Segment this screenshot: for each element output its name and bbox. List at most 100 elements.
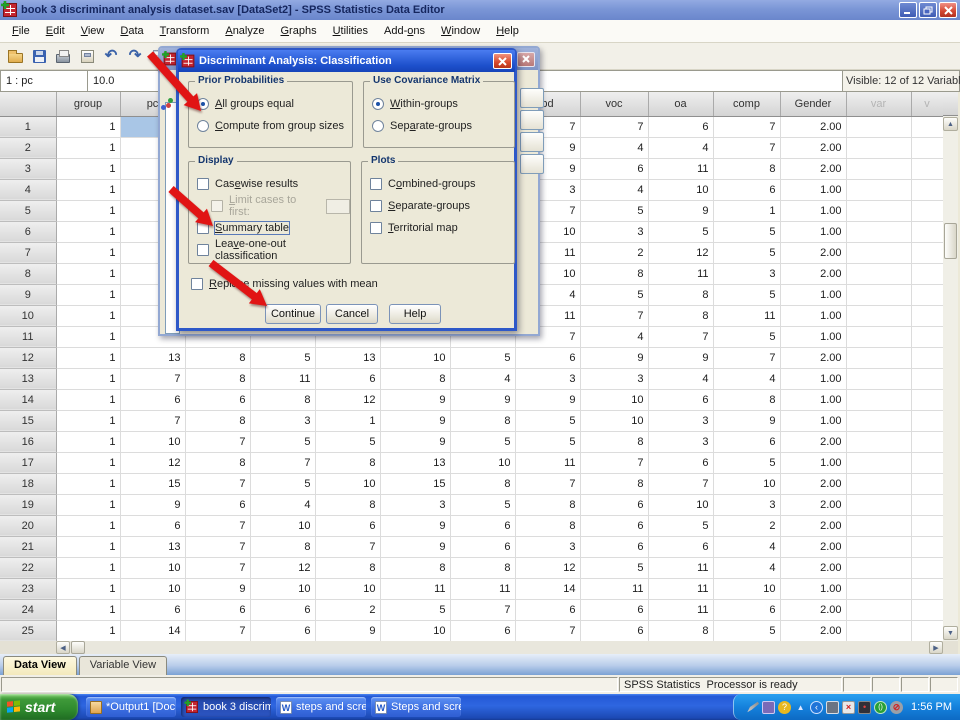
cell[interactable]	[846, 389, 911, 410]
menu-help[interactable]: Help	[488, 22, 527, 40]
vertical-scroll-thumb[interactable]	[944, 223, 957, 259]
cell[interactable]: 1	[56, 263, 120, 284]
cell[interactable]: 3	[648, 410, 713, 431]
cell[interactable]	[846, 200, 911, 221]
cell[interactable]: 8	[648, 620, 713, 641]
cell[interactable]: 6	[713, 431, 780, 452]
help-button[interactable]: Help	[389, 304, 441, 324]
cell[interactable]	[846, 557, 911, 578]
horizontal-scrollbar[interactable]: ◀ ▶	[0, 641, 958, 654]
cell[interactable]: 2.00	[780, 494, 846, 515]
stylus-icon[interactable]	[746, 701, 759, 714]
cell[interactable]: 9	[713, 410, 780, 431]
cell[interactable]: 2.00	[780, 473, 846, 494]
cell[interactable]: 8	[515, 494, 580, 515]
cell[interactable]: 6	[450, 536, 515, 557]
cell[interactable]: 5	[315, 431, 380, 452]
cell[interactable]: 8	[648, 305, 713, 326]
leave-one-out-classification-checkbox[interactable]: Leave-one-out classification	[197, 239, 350, 261]
cell[interactable]: 7	[648, 473, 713, 494]
cell[interactable]	[911, 221, 943, 242]
cell[interactable]	[911, 137, 943, 158]
menu-add-ons[interactable]: Add-ons	[376, 22, 433, 40]
cell[interactable]: 8	[380, 368, 450, 389]
cell[interactable]: 6	[450, 620, 515, 641]
cell[interactable]: 6	[648, 389, 713, 410]
cell[interactable]: 2.00	[780, 347, 846, 368]
menu-analyze[interactable]: Analyze	[217, 22, 272, 40]
menu-window[interactable]: Window	[433, 22, 488, 40]
cell[interactable]: 6	[580, 494, 648, 515]
cell[interactable]: 1	[56, 389, 120, 410]
cell[interactable]: 7	[120, 410, 185, 431]
row-header[interactable]: 14	[0, 389, 56, 410]
cell[interactable]: 15	[120, 473, 185, 494]
cell[interactable]: 9	[120, 494, 185, 515]
cell[interactable]: 1	[56, 284, 120, 305]
cell[interactable]	[846, 620, 911, 641]
cell[interactable]: 8	[315, 494, 380, 515]
cell[interactable]	[911, 557, 943, 578]
cell[interactable]	[911, 284, 943, 305]
menu-view[interactable]: View	[73, 22, 113, 40]
save-button[interactable]	[520, 154, 544, 174]
cell[interactable]: 1	[56, 116, 120, 137]
cell[interactable]: 2.00	[780, 158, 846, 179]
cell[interactable]: 1	[315, 410, 380, 431]
row-header[interactable]: 25	[0, 620, 56, 641]
cell[interactable]: 9	[380, 515, 450, 536]
cell[interactable]: 6	[250, 599, 315, 620]
cell[interactable]: 10	[120, 431, 185, 452]
cell[interactable]: 7	[515, 620, 580, 641]
checkbox-control[interactable]	[197, 222, 209, 234]
cell[interactable]: 2.00	[780, 116, 846, 137]
cell[interactable]: 13	[120, 347, 185, 368]
cell[interactable]	[846, 263, 911, 284]
cell[interactable]: 12	[648, 242, 713, 263]
classification-close-button[interactable]	[493, 53, 512, 69]
cell[interactable]: 11	[648, 578, 713, 599]
cell[interactable]	[846, 347, 911, 368]
cell[interactable]: 2	[713, 515, 780, 536]
menu-file[interactable]: File	[4, 22, 38, 40]
cell[interactable]: 8	[450, 473, 515, 494]
row-header[interactable]: 18	[0, 473, 56, 494]
cell[interactable]: 1	[713, 200, 780, 221]
cell[interactable]: 5	[515, 431, 580, 452]
casewise-results-checkbox[interactable]: Casewise results	[197, 173, 350, 195]
summary-table-checkbox[interactable]: Summary table	[197, 217, 350, 239]
row-header[interactable]: 10	[0, 305, 56, 326]
task-steps-and-scree[interactable]: Wsteps and scree...	[276, 697, 366, 717]
cell[interactable]: 7	[450, 599, 515, 620]
cell[interactable]: 1	[56, 473, 120, 494]
cell[interactable]: 2.00	[780, 263, 846, 284]
territorial-map-checkbox[interactable]: Territorial map	[370, 217, 514, 239]
cell[interactable]: 1	[56, 368, 120, 389]
cell[interactable]: 5	[380, 599, 450, 620]
wireless-icon[interactable]: ()	[874, 701, 887, 714]
minimize-button[interactable]	[899, 2, 917, 18]
cell[interactable]: 9	[515, 389, 580, 410]
cell[interactable]	[911, 242, 943, 263]
cell[interactable]: 8	[515, 515, 580, 536]
cell[interactable]	[911, 347, 943, 368]
cell[interactable]: 11	[648, 158, 713, 179]
cell[interactable]: 4	[713, 368, 780, 389]
row-header[interactable]: 12	[0, 347, 56, 368]
cell[interactable]: 5	[713, 242, 780, 263]
classify-button[interactable]	[520, 132, 544, 152]
cell[interactable]: 6	[120, 599, 185, 620]
row-header[interactable]: 6	[0, 221, 56, 242]
cell[interactable]: 12	[315, 389, 380, 410]
cell[interactable]: 2.00	[780, 536, 846, 557]
cell[interactable]: 5	[450, 347, 515, 368]
cell[interactable]: 9	[315, 620, 380, 641]
cell[interactable]: 10	[648, 494, 713, 515]
cell[interactable]: 5	[713, 221, 780, 242]
cell[interactable]: 7	[580, 116, 648, 137]
cell[interactable]	[846, 137, 911, 158]
cell[interactable]: 6	[120, 515, 185, 536]
cell[interactable]: 6	[580, 620, 648, 641]
cell[interactable]	[846, 221, 911, 242]
tab-variable-view[interactable]: Variable View	[79, 656, 167, 675]
